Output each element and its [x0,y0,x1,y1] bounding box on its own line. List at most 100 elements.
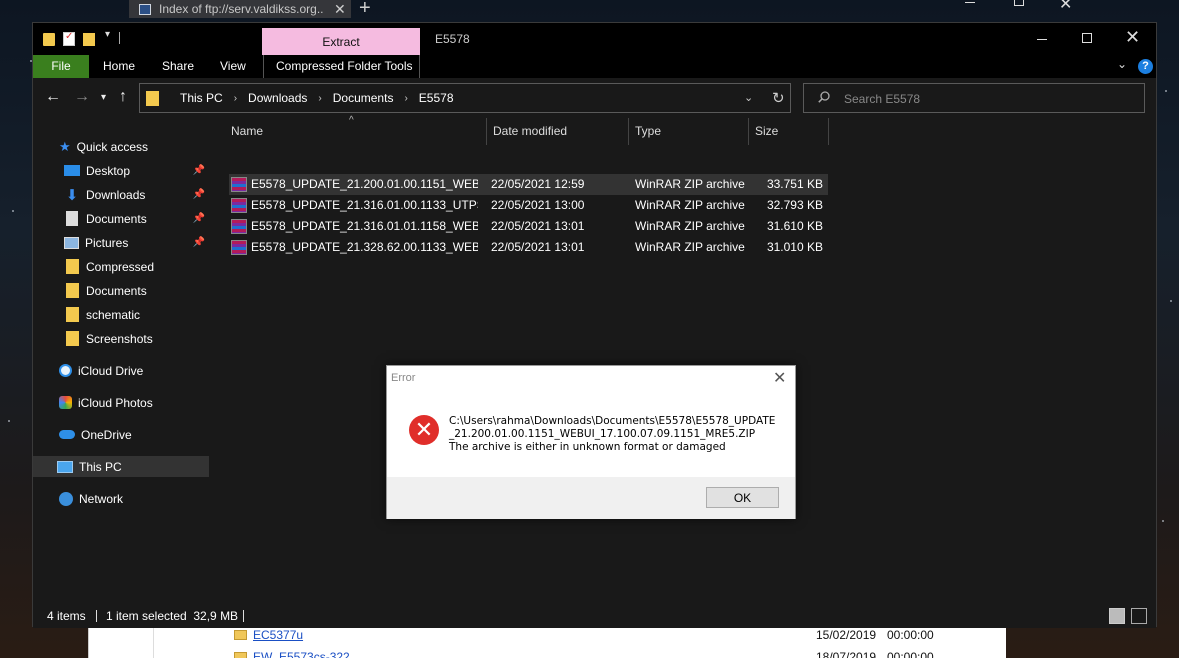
nav-label: Screenshots [86,331,153,346]
column-header-date[interactable]: Date modified [487,118,629,145]
nav-item-onedrive[interactable]: OneDrive [59,424,209,445]
winrar-archive-icon [231,240,247,255]
ftp-link[interactable]: EC5377u [253,628,303,642]
search-input[interactable]: Search E5578 [844,92,920,106]
large-icons-view-icon[interactable] [1131,608,1147,624]
browser-tab[interactable]: Index of ftp://serv.valdikss.org... ✕ [129,0,351,18]
file-type: WinRAR ZIP archive [635,198,745,212]
maximize-button[interactable] [1082,33,1092,43]
search-box[interactable]: Search E5578 [803,83,1145,113]
new-folder-icon[interactable] [83,33,95,46]
nav-item-downloads[interactable]: ⬇ Downloads 📌 [64,184,209,205]
nav-item-documents-folder[interactable]: Documents [64,280,209,301]
column-header-size[interactable]: Size [749,118,829,145]
ftp-row[interactable]: EW_E5573cs-322 [234,648,350,658]
browser-minimize-button[interactable] [965,2,975,3]
file-size: 32.793 KB [766,198,823,212]
dialog-title: Error [391,372,416,384]
browser-maximize-button[interactable] [1014,0,1024,6]
tab-home[interactable]: Home [103,55,135,78]
download-icon: ⬇ [65,186,79,204]
new-tab-button[interactable]: + [359,0,371,20]
tab-compressed-folder-tools[interactable]: Compressed Folder Tools [276,55,413,78]
nav-item-desktop[interactable]: Desktop 📌 [64,160,209,181]
file-row[interactable]: E5578_UPDATE_21.200.01.00.1151_WEBUI_...… [229,174,828,195]
nav-item-compressed[interactable]: Compressed [64,256,209,277]
computer-icon [57,460,73,473]
dialog-footer: OK [387,477,795,519]
winrar-archive-icon [231,177,247,192]
nav-label: schematic [86,307,141,322]
nav-item-icloud-photos[interactable]: iCloud Photos [59,392,209,413]
back-arrow-icon[interactable]: ← [45,89,61,105]
pin-icon: 📌 [192,213,205,224]
tab-file[interactable]: File [33,55,89,78]
ftp-row[interactable]: EC5377u [234,626,303,644]
star [1170,300,1172,302]
file-type: WinRAR ZIP archive [635,177,745,191]
customize-toolbar-icon[interactable]: ▾ [105,29,110,40]
nav-quick-access[interactable]: ★ Quick access [59,136,209,157]
nav-item-network[interactable]: Network [59,488,209,509]
folder-icon[interactable] [43,33,55,46]
extract-context-tab[interactable]: Extract [262,28,420,55]
tab-view[interactable]: View [220,55,246,78]
help-icon[interactable]: ? [1138,59,1153,74]
forward-arrow-icon[interactable]: → [74,89,90,105]
nav-item-documents[interactable]: Documents 📌 [64,208,209,229]
file-row[interactable]: E5578_UPDATE_21.316.01.00.1133_UTPS22...… [229,195,828,216]
star [12,210,14,212]
column-header-type[interactable]: Type [629,118,749,145]
pictures-icon [64,236,79,249]
dialog-close-button[interactable]: ✕ [773,368,786,388]
nav-label: Downloads [86,187,146,202]
expand-ribbon-icon[interactable]: ⌄ [1117,57,1127,71]
chevron-right-icon[interactable]: › [318,93,321,104]
breadcrumb-e5578[interactable]: E5578 [419,91,454,105]
chevron-right-icon[interactable]: › [404,93,407,104]
ftp-link[interactable]: EW_E5573cs-322 [253,650,350,658]
file-date: 22/05/2021 13:00 [491,198,585,212]
ok-button[interactable]: OK [706,487,779,508]
nav-item-screenshots[interactable]: Screenshots [64,328,209,349]
column-header-name[interactable]: Name [225,118,487,145]
ribbon-tabs: File Home Share View Compressed Folder T… [33,55,1156,78]
properties-icon[interactable] [63,31,75,46]
up-arrow-icon[interactable]: ↑ [119,89,127,105]
breadcrumb-downloads[interactable]: Downloads [248,91,307,105]
file-size: 33.751 KB [766,177,823,191]
nav-item-schematic[interactable]: schematic [64,304,209,325]
nav-item-pictures[interactable]: Pictures 📌 [64,232,209,253]
address-bar[interactable]: This PC › Downloads › Documents › E5578 … [139,83,791,113]
folder-icon [66,283,79,298]
status-separator [243,610,244,622]
details-view-icon[interactable] [1109,608,1125,624]
title-bar[interactable]: ▾ Extract E5578 ✕ [33,23,1156,55]
file-row[interactable]: E5578_UPDATE_21.316.01.01.1158_WEBUI_...… [229,216,828,237]
computer-icon [139,3,151,15]
chevron-down-icon[interactable]: ⌄ [744,91,753,104]
minimize-button[interactable] [1037,39,1047,40]
file-name: E5578_UPDATE_21.200.01.00.1151_WEBUI_... [251,177,478,191]
pin-icon: 📌 [192,237,205,248]
tab-share[interactable]: Share [162,55,194,78]
desktop-icon [64,165,80,176]
breadcrumb-this-pc[interactable]: This PC [180,91,223,105]
chevron-right-icon[interactable]: › [234,93,237,104]
close-button[interactable]: ✕ [1125,28,1140,46]
folder-icon [234,630,247,640]
recent-locations-icon[interactable]: ▾ [101,90,106,106]
refresh-icon[interactable]: ↻ [772,89,785,107]
close-icon[interactable]: ✕ [334,1,346,18]
file-row[interactable]: E5578_UPDATE_21.328.62.00.1133_WEBUI_...… [229,237,828,258]
folder-icon [234,652,247,658]
nav-label: iCloud Photos [78,395,153,410]
status-bar: 4 items 1 item selected 32,9 MB [33,604,1156,628]
error-description: The archive is either in unknown format … [449,441,726,453]
file-name: E5578_UPDATE_21.328.62.00.1133_WEBUI_... [251,240,478,254]
browser-close-button[interactable]: ✕ [1059,0,1072,14]
breadcrumb-documents[interactable]: Documents [333,91,394,105]
nav-item-icloud-drive[interactable]: iCloud Drive [59,360,209,381]
nav-item-this-pc[interactable]: This PC [33,456,209,477]
error-dialog: Error ✕ ✕ C:\Users\rahma\Downloads\Docum… [386,365,796,519]
